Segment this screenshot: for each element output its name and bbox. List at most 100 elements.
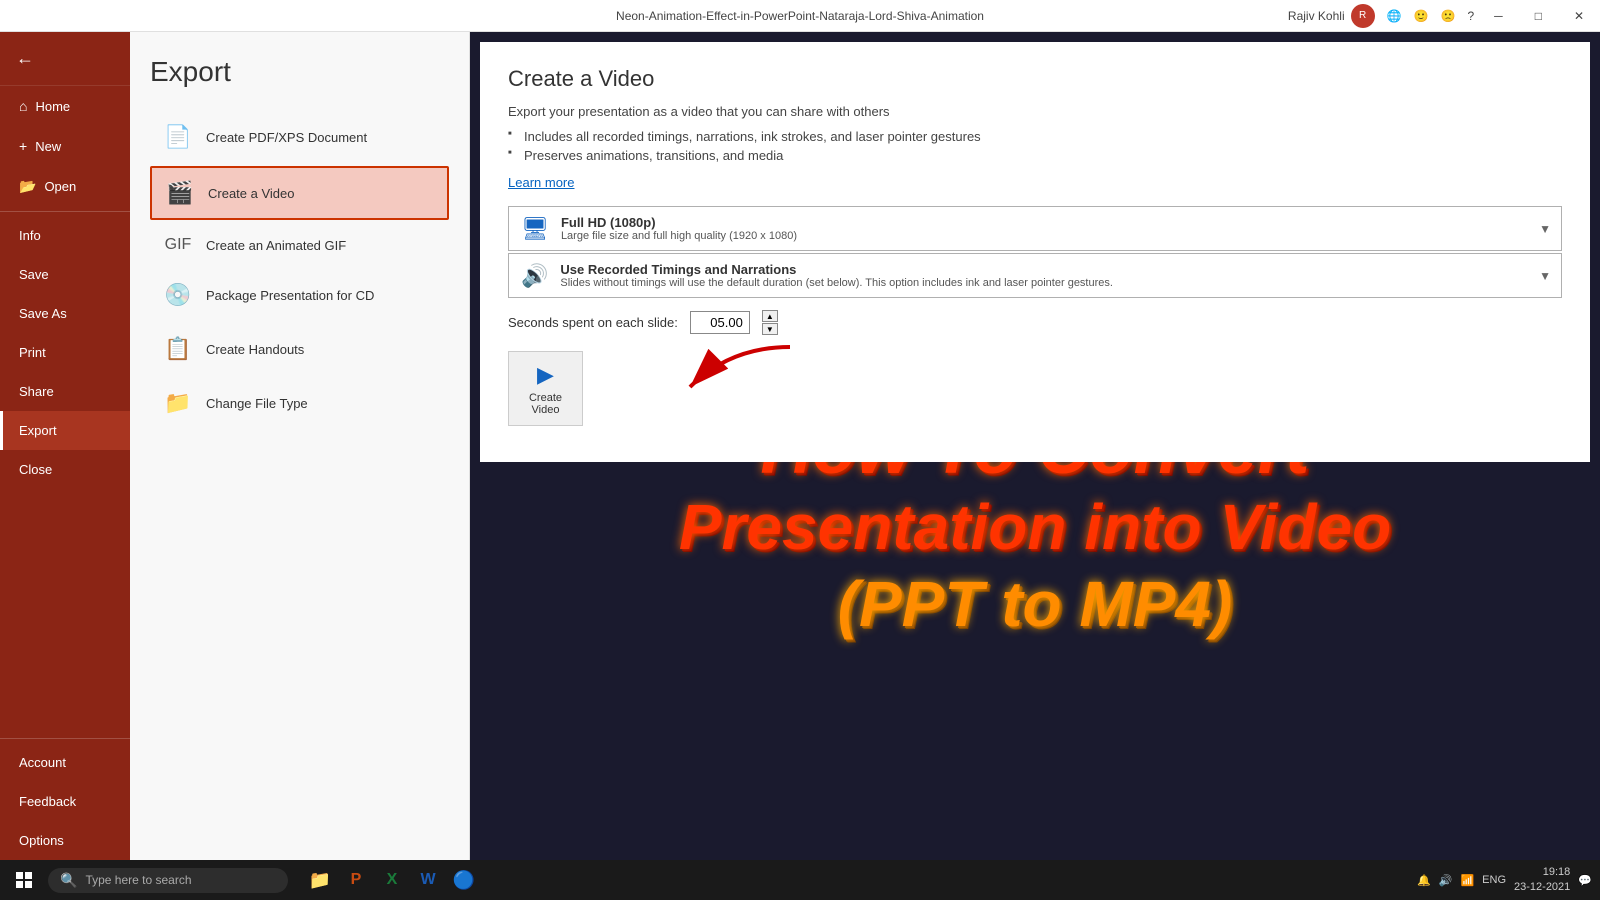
user-info: Rajiv Kohli R — [1288, 4, 1375, 28]
export-item-label: Create PDF/XPS Document — [206, 130, 367, 145]
taskbar-right: 🔔 🔊 📶 ENG 19:18 23-12-2021 💬 — [1417, 865, 1592, 896]
export-detail-panel: Create a Video Export your presentation … — [480, 42, 1590, 462]
word-icon: W — [420, 871, 435, 889]
window-controls: ─ □ ✕ — [1486, 5, 1592, 27]
sidebar-item-home[interactable]: ⌂ Home — [0, 86, 130, 126]
taskbar-app-explorer[interactable]: 📁 — [304, 864, 336, 896]
titlebar: Neon-Animation-Effect-in-PowerPoint-Nata… — [0, 0, 1600, 32]
pdf-icon: 📄 — [164, 124, 192, 150]
close-button[interactable]: ✕ — [1566, 5, 1592, 27]
lang-label: ENG — [1482, 874, 1506, 886]
sidebar-item-saveas[interactable]: Save As — [0, 294, 130, 333]
quality-sub: Large file size and full high quality (1… — [561, 230, 1549, 242]
back-button[interactable]: ← — [0, 32, 130, 86]
sidebar-item-label: Open — [44, 179, 76, 194]
handouts-icon: 📋 — [164, 336, 192, 362]
sidebar-item-print[interactable]: Print — [0, 333, 130, 372]
export-item-gif[interactable]: GIF Create an Animated GIF — [150, 224, 449, 266]
create-video-btn-container: ▶ CreateVideo — [508, 351, 1562, 426]
volume-icon[interactable]: 🔊 — [1439, 874, 1453, 887]
sidebar-item-label: Home — [35, 99, 70, 114]
export-item-pdf[interactable]: 📄 Create PDF/XPS Document — [150, 112, 449, 162]
export-item-handouts[interactable]: 📋 Create Handouts — [150, 324, 449, 374]
maximize-button[interactable]: □ — [1527, 5, 1550, 27]
sidebar: ← ⌂ Home + New 📂 Open Info Save Save As … — [0, 32, 130, 860]
globe-icon[interactable]: 🌐 — [1387, 9, 1402, 23]
taskbar-apps: 📁 P X W 🔵 — [304, 864, 480, 896]
help-icon[interactable]: ? — [1467, 9, 1474, 23]
export-menu: Export 📄 Create PDF/XPS Document 🎬 Creat… — [130, 32, 470, 860]
export-item-label: Create an Animated GIF — [206, 238, 346, 253]
taskbar-time-display: 19:18 — [1514, 865, 1570, 880]
window-title: Neon-Animation-Effect-in-PowerPoint-Nata… — [616, 9, 984, 23]
sidebar-item-save[interactable]: Save — [0, 255, 130, 294]
taskbar-app-word[interactable]: W — [412, 864, 444, 896]
timing-option-content: Use Recorded Timings and Narrations Slid… — [560, 262, 1549, 289]
learn-more-link[interactable]: Learn more — [508, 175, 574, 190]
minimize-button[interactable]: ─ — [1486, 5, 1511, 27]
create-video-button[interactable]: ▶ CreateVideo — [508, 351, 583, 426]
export-item-label: Change File Type — [206, 396, 308, 411]
sidebar-item-info[interactable]: Info — [0, 216, 130, 255]
timing-dropdown[interactable]: 🔊 Use Recorded Timings and Narrations Sl… — [508, 253, 1562, 298]
sidebar-item-options[interactable]: Options — [0, 821, 130, 860]
taskbar-app-chrome[interactable]: 🔵 — [448, 864, 480, 896]
seconds-label: Seconds spent on each slide: — [508, 315, 678, 330]
export-item-video[interactable]: 🎬 Create a Video — [150, 166, 449, 220]
sidebar-item-open[interactable]: 📂 Open — [0, 166, 130, 207]
taskbar-search-input[interactable] — [85, 873, 276, 887]
sidebar-item-label: Close — [19, 462, 52, 477]
create-video-btn-icon: ▶ — [537, 362, 554, 388]
sidebar-item-label: Account — [19, 755, 66, 770]
emoji-icon[interactable]: 🙂 — [1414, 9, 1429, 23]
windows-icon — [16, 872, 32, 888]
quality-dropdown[interactable]: 🖥 Full HD (1080p) Large file size and fu… — [508, 206, 1562, 251]
taskbar: 🔍 📁 P X W 🔵 🔔 🔊 📶 ENG 19:18 23-12-2021 💬 — [0, 860, 1600, 900]
sidebar-item-new[interactable]: + New — [0, 126, 130, 166]
detail-description: Export your presentation as a video that… — [508, 104, 1562, 119]
explorer-icon: 📁 — [309, 870, 331, 891]
powerpoint-icon: P — [351, 871, 362, 889]
sidebar-item-label: Feedback — [19, 794, 76, 809]
export-item-label: Create a Video — [208, 186, 295, 201]
timing-main: Use Recorded Timings and Narrations — [560, 262, 1549, 277]
sidebar-item-feedback[interactable]: Feedback — [0, 782, 130, 821]
export-item-filetype[interactable]: 📁 Change File Type — [150, 378, 449, 428]
sidebar-item-share[interactable]: Share — [0, 372, 130, 411]
sidebar-item-account[interactable]: Account — [0, 743, 130, 782]
new-icon: + — [19, 138, 27, 154]
sidebar-item-label: New — [35, 139, 61, 154]
seconds-down-button[interactable]: ▼ — [762, 323, 778, 335]
quality-icon: 🖥 — [521, 216, 549, 242]
filetype-icon: 📁 — [164, 390, 192, 416]
export-title: Export — [150, 56, 449, 88]
sidebar-divider-2 — [0, 738, 130, 739]
avatar: R — [1351, 4, 1375, 28]
taskbar-search-box[interactable]: 🔍 — [48, 868, 288, 893]
network-icon[interactable]: 📶 — [1460, 874, 1474, 887]
sidebar-item-label: Save As — [19, 306, 67, 321]
export-item-cd[interactable]: 💿 Package Presentation for CD — [150, 270, 449, 320]
sidebar-item-label: Options — [19, 833, 64, 848]
seconds-up-button[interactable]: ▲ — [762, 310, 778, 322]
create-video-btn-label: CreateVideo — [529, 392, 562, 416]
sidebar-item-label: Save — [19, 267, 49, 282]
detail-bullets: Includes all recorded timings, narration… — [508, 127, 1562, 165]
chrome-icon: 🔵 — [453, 870, 475, 891]
sad-icon[interactable]: 🙁 — [1441, 9, 1456, 23]
dropdown-arrow-icon: ▼ — [1539, 222, 1551, 236]
start-button[interactable] — [8, 864, 40, 896]
timing-sub: Slides without timings will use the defa… — [560, 277, 1549, 289]
username: Rajiv Kohli — [1288, 9, 1345, 23]
seconds-input[interactable] — [690, 311, 750, 334]
taskbar-app-powerpoint[interactable]: P — [340, 864, 372, 896]
presentation-text-2: Presentation into Video — [679, 489, 1391, 566]
open-icon: 📂 — [19, 178, 36, 195]
presentation-text-3: (PPT to MP4) — [838, 566, 1233, 643]
notifications-button[interactable]: 💬 — [1578, 874, 1592, 887]
taskbar-app-excel[interactable]: X — [376, 864, 408, 896]
sidebar-item-export[interactable]: Export — [0, 411, 130, 450]
notification-icon[interactable]: 🔔 — [1417, 874, 1431, 887]
search-icon: 🔍 — [60, 872, 77, 889]
sidebar-item-close[interactable]: Close — [0, 450, 130, 489]
